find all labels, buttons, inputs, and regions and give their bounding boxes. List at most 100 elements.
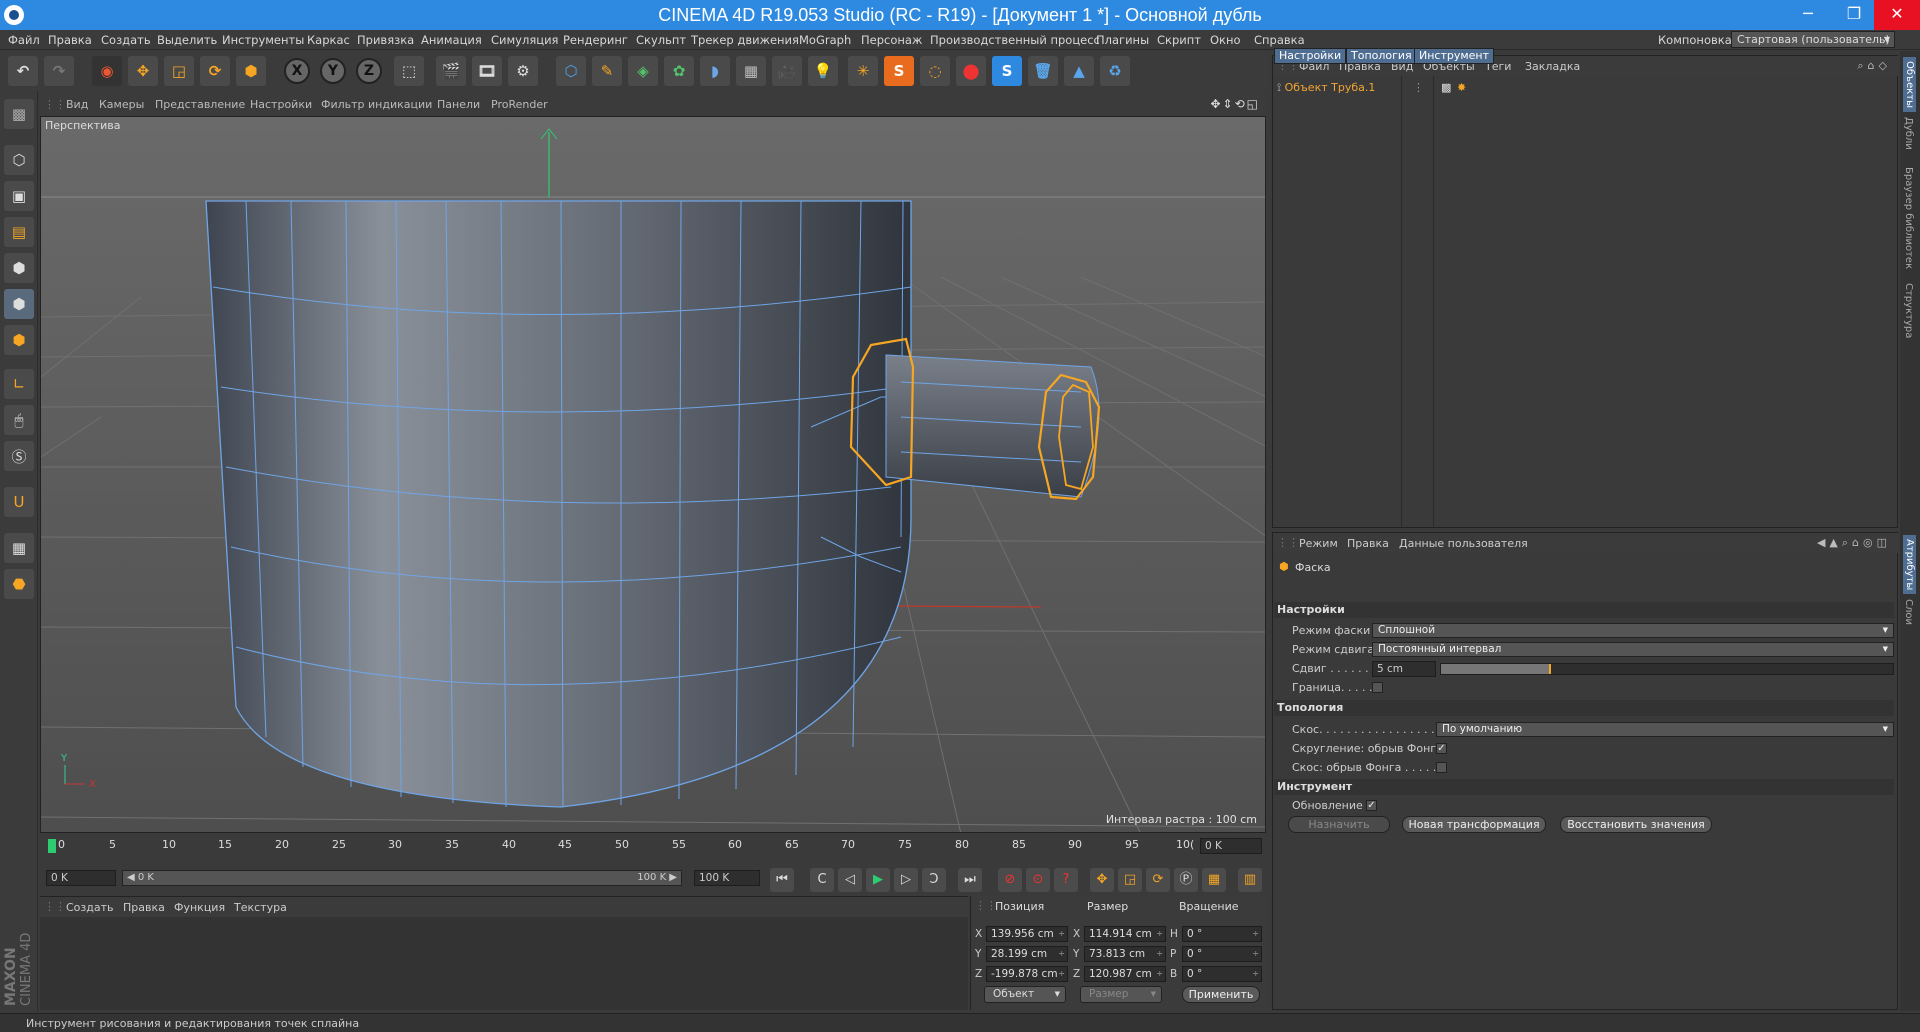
tab-tool[interactable]: Инструмент	[1414, 48, 1495, 64]
dynamics-button[interactable]: ♻	[1100, 56, 1130, 86]
side-tab-takes[interactable]: Дубли	[1903, 117, 1914, 150]
minimize-button[interactable]: ─	[1785, 0, 1831, 30]
floor-button[interactable]: ▦	[736, 56, 766, 86]
assign-button[interactable]: Назначить	[1288, 816, 1390, 833]
polygons-mode-button[interactable]: ⬢	[4, 325, 34, 355]
tab-topology[interactable]: Топология	[1346, 48, 1417, 64]
menu-snap[interactable]: Привязка	[357, 33, 414, 47]
material-menu-create[interactable]: Создать	[66, 901, 114, 914]
play-button[interactable]: ▶	[866, 868, 890, 892]
side-tab-structure[interactable]: Структура	[1903, 283, 1914, 338]
key-rotation-button[interactable]: ⟳	[1146, 868, 1170, 892]
viewport-menu-options[interactable]: Настройки	[250, 98, 312, 111]
points-mode-button[interactable]: ⬢	[4, 253, 34, 283]
render-to-picture-viewer-button[interactable]: 🎞	[472, 56, 502, 86]
menu-edit[interactable]: Правка	[48, 33, 92, 47]
key-position-button[interactable]: ✥	[1090, 868, 1114, 892]
apply-button[interactable]: Применить	[1182, 986, 1260, 1003]
z-axis-lock[interactable]: Z	[356, 58, 382, 84]
coordinate-mode-select[interactable]: Объект	[984, 986, 1066, 1003]
scale-button[interactable]: ◲	[164, 56, 194, 86]
size-z-field[interactable]: 120.987 cm	[1084, 966, 1166, 982]
recent-tools-button[interactable]: ⬢	[236, 56, 266, 86]
mitering-select[interactable]: По умолчанию	[1436, 722, 1894, 737]
add-cube-button[interactable]: ⬡	[556, 56, 586, 86]
new-transform-button[interactable]: Новая трансформация	[1402, 816, 1546, 833]
object-manager[interactable]: ⋮⋮ Файл Правка Вид Объекты Теги Закладка…	[1272, 55, 1899, 528]
previous-key-button[interactable]: C	[810, 868, 834, 892]
material-manager[interactable]: ⋮⋮ Создать Правка Функция Текстура	[40, 896, 968, 1010]
side-tab-layers[interactable]: Слои	[1903, 599, 1914, 625]
y-axis-lock[interactable]: Y	[320, 58, 346, 84]
key-scale-button[interactable]: ◲	[1118, 868, 1142, 892]
key-parameter-button[interactable]: Ⓟ	[1174, 868, 1198, 892]
size-x-field[interactable]: 114.914 cm	[1084, 926, 1166, 942]
tab-settings[interactable]: Настройки	[1274, 48, 1347, 64]
start-frame-field[interactable]: 0 K	[46, 870, 116, 886]
offset-slider[interactable]	[1440, 663, 1894, 675]
phong-miter-checkbox[interactable]	[1436, 762, 1447, 773]
magnet-button[interactable]: U	[4, 487, 34, 517]
object-name[interactable]: Объект Труба.1	[1285, 81, 1376, 94]
next-frame-button[interactable]: ▷	[894, 868, 918, 892]
camera-button[interactable]: 🎥	[772, 56, 802, 86]
layout-select[interactable]: Стартовая (пользователь)	[1731, 31, 1895, 48]
sculpt-button[interactable]: S	[884, 56, 914, 86]
current-frame-field[interactable]: 0 K	[1200, 838, 1262, 854]
viewport-menu-view[interactable]: Вид	[66, 98, 88, 111]
menu-create[interactable]: Создать	[101, 33, 151, 47]
offset-slider-knob[interactable]	[1549, 664, 1551, 674]
menu-mograph[interactable]: MoGraph	[799, 33, 851, 47]
previous-frame-button[interactable]: ◁	[838, 868, 862, 892]
viewport-menu-filter[interactable]: Фильтр индикации	[321, 98, 432, 111]
size-mode-select[interactable]: Размер	[1080, 986, 1162, 1003]
sketch-button[interactable]: S	[992, 56, 1022, 86]
reset-values-button[interactable]: Восстановить значения	[1560, 816, 1712, 833]
render-view-button[interactable]: 🎬	[436, 56, 466, 86]
menu-character[interactable]: Персонаж	[861, 33, 922, 47]
range-slider[interactable]: ◀ 0 K 100 K ▶	[122, 870, 682, 886]
workplane-button[interactable]: ▤	[4, 217, 34, 247]
menu-simulation[interactable]: Симуляция	[491, 33, 558, 47]
menu-motion-tracker[interactable]: Трекер движения	[691, 33, 799, 47]
rotation-p-field[interactable]: 0 °	[1182, 946, 1262, 962]
position-x-field[interactable]: 139.956 cm	[986, 926, 1068, 942]
object-row-tube[interactable]: ⟟ Объект Труба.1 ⋮ ▩ ✸	[1277, 81, 1466, 97]
make-editable-button[interactable]: ▩	[4, 99, 34, 129]
side-tab-content-browser[interactable]: Браузер библиотек	[1903, 167, 1914, 269]
tweak-mode-button[interactable]: 🖱	[4, 405, 34, 435]
live-selection-button[interactable]: ◉	[92, 56, 122, 86]
side-tab-attributes[interactable]: Атрибуты	[1903, 535, 1916, 595]
move-button[interactable]: ✥	[128, 56, 158, 86]
autokey-button[interactable]: ⊙	[1026, 868, 1050, 892]
material-menu-function[interactable]: Функция	[174, 901, 225, 914]
deformer-button[interactable]: ◗	[700, 56, 730, 86]
am-menu-mode[interactable]: Режим	[1299, 537, 1338, 550]
viewport-navigation-icons[interactable]: ✥⇕⟲◱	[1210, 97, 1260, 111]
spline-pen-button[interactable]: ✎	[592, 56, 622, 86]
model-mode-button[interactable]: ⬡	[4, 145, 34, 175]
phong-round-checkbox[interactable]: ✓	[1436, 743, 1447, 754]
symmetry-button[interactable]: ✳	[848, 56, 878, 86]
menu-tools[interactable]: Инструменты	[222, 33, 304, 47]
om-search-icon[interactable]: ⌕⌂◇	[1857, 59, 1891, 73]
material-menu-texture[interactable]: Текстура	[234, 901, 287, 914]
texture-mode-button[interactable]: ▣	[4, 181, 34, 211]
phong-tag-icon[interactable]: ▩	[1441, 81, 1451, 94]
menu-plugins[interactable]: Плагины	[1096, 33, 1149, 47]
mograph-button[interactable]: ⬤	[956, 56, 986, 86]
menu-pipeline[interactable]: Производственный процесс	[930, 33, 1100, 47]
timeline-window-button[interactable]: ▥	[1238, 868, 1262, 892]
cylinder-object[interactable]	[205, 200, 912, 808]
am-menu-user-data[interactable]: Данные пользователя	[1399, 537, 1528, 550]
go-to-end-button[interactable]: ⏭	[958, 868, 982, 892]
axis-mode-button[interactable]: ∟	[4, 369, 34, 399]
edges-mode-button[interactable]: ⬢	[4, 289, 34, 319]
polygon-pen-button[interactable]: ◌	[920, 56, 950, 86]
rotation-b-field[interactable]: 0 °	[1182, 966, 1262, 982]
render-settings-button[interactable]: ⚙	[508, 56, 538, 86]
menu-script[interactable]: Скрипт	[1157, 33, 1201, 47]
coordinate-system-button[interactable]: ⬚	[394, 56, 424, 86]
rotate-button[interactable]: ⟳	[200, 56, 230, 86]
go-to-start-button[interactable]: ⏮	[770, 868, 794, 892]
